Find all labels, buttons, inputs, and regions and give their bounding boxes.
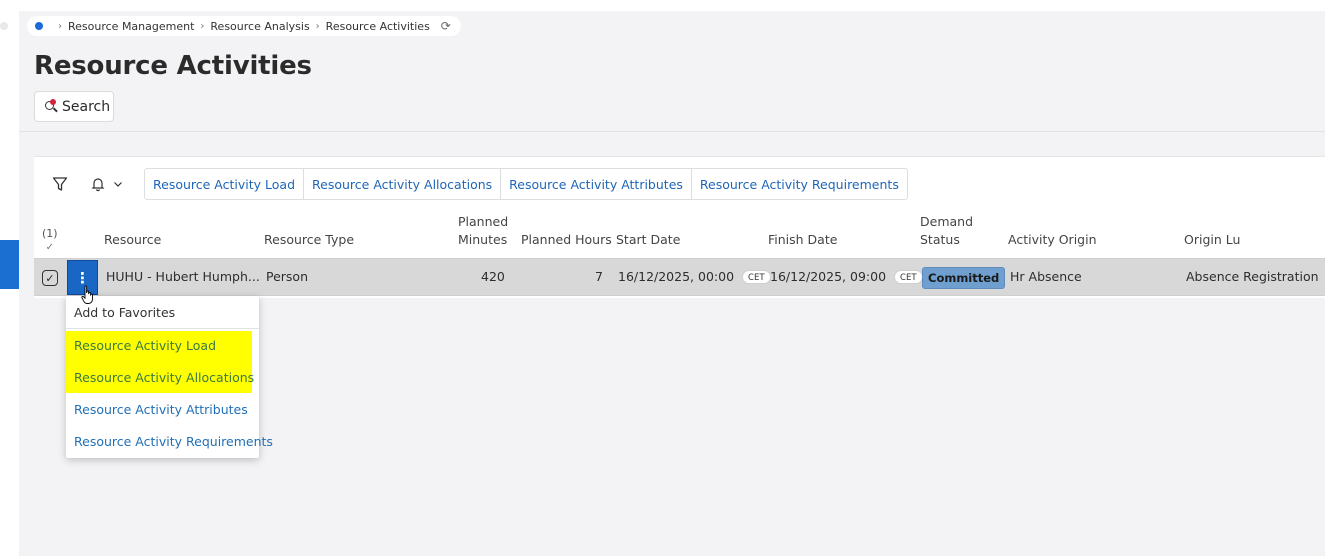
selection-count-header[interactable]: (1) ✓ [42, 227, 58, 255]
column-header-planned-minutes-line1[interactable]: Planned [458, 213, 508, 231]
chevron-right-icon: › [200, 20, 205, 32]
search-icon [44, 99, 59, 114]
cell-planned-minutes: 420 [481, 269, 505, 284]
column-header-resource[interactable]: Resource [104, 231, 161, 249]
column-header-planned-hours[interactable]: Planned Hours [521, 231, 612, 249]
menu-item-resource-activity-allocations[interactable]: Resource Activity Allocations [74, 370, 254, 385]
menu-item-resource-activity-attributes[interactable]: Resource Activity Attributes [66, 393, 259, 425]
breadcrumb-item-resource-management[interactable]: Resource Management [68, 20, 194, 33]
header-divider [19, 131, 1325, 132]
timezone-badge: CET [742, 270, 771, 284]
column-header-resource-type[interactable]: Resource Type [264, 231, 354, 249]
breadcrumb-item-resource-activities: Resource Activities [325, 19, 430, 33]
top-strip [0, 0, 1325, 11]
row-checkbox[interactable]: ✓ [42, 270, 58, 286]
cell-finish-date: 16/12/2025, 09:00 CET [770, 269, 923, 285]
hand-cursor-icon [81, 285, 93, 304]
resource-activity-load-button[interactable]: Resource Activity Load [145, 169, 305, 199]
column-header-activity-origin[interactable]: Activity Origin [1008, 231, 1097, 249]
chevron-right-icon: › [58, 20, 62, 32]
timezone-badge: CET [894, 270, 923, 284]
chevron-right-icon: › [315, 20, 320, 32]
notification-dropdown[interactable] [90, 176, 124, 192]
menu-divider [66, 328, 259, 329]
refresh-icon[interactable]: ⟳ [441, 19, 451, 33]
selection-count: (1) [42, 227, 58, 240]
column-header-start-date[interactable]: Start Date [616, 231, 680, 249]
menu-item-resource-activity-load[interactable]: Resource Activity Load [74, 338, 216, 353]
rail-active-marker[interactable] [0, 240, 19, 289]
column-header-origin-lu[interactable]: Origin Lu [1184, 231, 1240, 249]
column-header-demand-status-line1[interactable]: Demand [920, 213, 973, 231]
bell-icon [91, 178, 105, 192]
start-date-value: 16/12/2025, 00:00 [618, 269, 735, 284]
chevron-down-icon [114, 182, 122, 187]
resource-activity-requirements-button[interactable]: Resource Activity Requirements [692, 169, 907, 199]
cell-origin-lu: Absence Registration [1186, 269, 1319, 284]
home-icon[interactable] [35, 22, 43, 30]
breadcrumb-item-resource-analysis[interactable]: Resource Analysis [210, 20, 309, 33]
cell-planned-hours: 7 [595, 269, 603, 284]
column-header-finish-date[interactable]: Finish Date [768, 231, 837, 249]
cell-resource-type: Person [266, 269, 309, 284]
rail-dot [0, 22, 8, 30]
checkmark-icon: ✓ [45, 242, 54, 253]
filter-icon[interactable] [52, 176, 68, 192]
status-badge: Committed [922, 267, 1006, 289]
search-button-label: Search [62, 98, 111, 115]
cell-activity-origin: Hr Absence [1010, 269, 1082, 284]
cell-resource[interactable]: HUHU - Hubert Humph... [106, 269, 260, 285]
resource-activity-allocations-button[interactable]: Resource Activity Allocations [304, 169, 502, 199]
left-navigation-rail [0, 11, 19, 556]
page-title: Resource Activities [34, 51, 312, 81]
column-header-planned-minutes-line2[interactable]: Minutes [458, 231, 507, 249]
column-header-demand-status-line2[interactable]: Status [920, 231, 960, 249]
breadcrumb: › Resource Management › Resource Analysi… [27, 16, 461, 36]
resource-activity-attributes-button[interactable]: Resource Activity Attributes [501, 169, 692, 199]
finish-date-value: 16/12/2025, 09:00 [770, 269, 887, 284]
search-button[interactable]: Search [34, 91, 114, 122]
cell-start-date: 16/12/2025, 00:00 CET [618, 269, 771, 285]
command-button-group: Resource Activity Load Resource Activity… [144, 168, 908, 200]
menu-item-resource-activity-requirements[interactable]: Resource Activity Requirements [66, 425, 273, 457]
